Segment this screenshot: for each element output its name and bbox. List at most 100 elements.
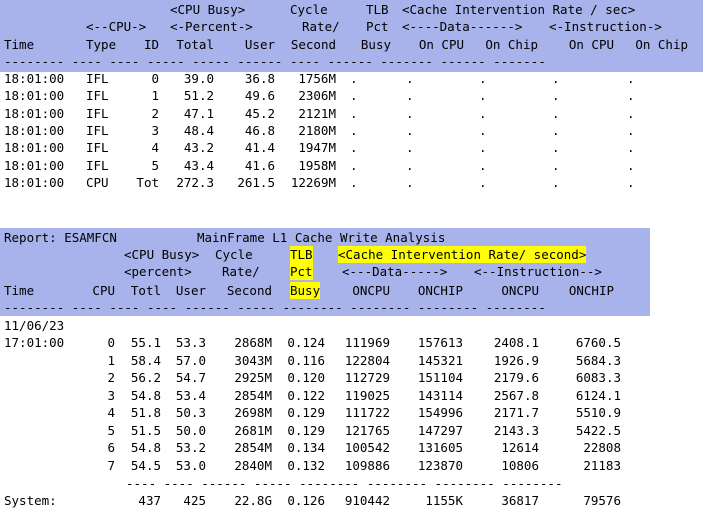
row-user: 41.6 <box>244 157 275 173</box>
col-data-oncpu-heading-2: ONCPU <box>352 283 390 298</box>
row-data-onchip: 123870 <box>417 457 463 473</box>
col-data-oncpu-heading: On CPU <box>418 37 464 52</box>
row-instr-onchip: . <box>627 157 635 173</box>
col-instr-onchip-heading: On Chip <box>635 37 688 52</box>
row-data-onchip: 151104 <box>417 370 463 385</box>
row-user: 53.0 <box>175 457 206 473</box>
row-instr-onchip: 6760.5 <box>575 335 621 350</box>
header-underline-2: -------- ---- ---- ---- ------ ----- ---… <box>4 300 546 315</box>
row-instr-onchip: 5510.9 <box>575 405 621 420</box>
row-instr-onchip: . <box>627 71 635 86</box>
row-instr-oncpu: . <box>552 122 560 138</box>
percent-group-heading: <-Percent-> <box>170 19 253 34</box>
row-data-onchip: 157613 <box>417 335 463 350</box>
row-instr-oncpu: 1926.9 <box>493 352 539 368</box>
col-data-onchip-heading: On Chip <box>485 37 538 52</box>
row-tlb-busy: 0.129 <box>287 422 325 438</box>
tlb-heading: TLB <box>366 2 389 17</box>
row-instr-oncpu: . <box>552 157 560 173</box>
row-data-oncpu: 112729 <box>344 370 390 385</box>
report-title: MainFrame L1 Cache Write Analysis <box>197 230 446 245</box>
report-date: 11/06/23 <box>4 318 65 333</box>
col-instr-oncpu-heading: On CPU <box>568 37 614 52</box>
col-busy-heading: Busy <box>360 37 391 52</box>
row-data-oncpu: 119025 <box>344 387 390 403</box>
pct-heading-2: Pct <box>290 263 313 280</box>
row-instr-oncpu: . <box>552 71 560 86</box>
system-data-onchip: 1155K <box>425 493 463 508</box>
row-user: 53.2 <box>175 440 206 455</box>
col-instr-onchip-heading-2: ONCHIP <box>568 283 614 298</box>
data-group-heading-2: <---Data-----> <box>342 264 448 279</box>
row-total: 272.3 <box>176 174 214 190</box>
row-data-oncpu: . <box>406 71 414 86</box>
row-user: 53.4 <box>175 387 206 403</box>
row-tlb-busy: 0.129 <box>287 405 325 420</box>
row-data-onchip: . <box>479 122 487 138</box>
row-cycle-rate: 1756M <box>298 71 336 86</box>
row-data-onchip: . <box>479 88 487 104</box>
col-user-heading: User <box>244 37 275 52</box>
footer-underline: ---- ---- ------ ----- -------- --------… <box>126 476 563 491</box>
row-data-onchip: 143114 <box>417 387 463 403</box>
row-instr-oncpu: 12614 <box>501 440 539 455</box>
row-time: 18:01:00 <box>4 157 65 173</box>
row-tlb-busy: . <box>350 122 358 138</box>
pct-heading: Pct <box>366 19 389 34</box>
row-user: 46.8 <box>244 122 275 138</box>
row-tlb-busy: . <box>350 140 358 156</box>
report-time: 17:01:00 <box>4 335 65 350</box>
row-user: 50.0 <box>175 422 206 438</box>
row-user: 49.6 <box>244 88 275 104</box>
row-type: IFL <box>86 105 109 121</box>
row-time: 18:01:00 <box>4 122 65 138</box>
row-type: IFL <box>86 140 109 156</box>
row-instr-oncpu: 10806 <box>501 457 539 473</box>
report-label: Report: ESAMFCN <box>4 230 117 245</box>
row-type: IFL <box>86 71 109 86</box>
row-instr-onchip: 22808 <box>583 440 621 455</box>
row-total: 47.1 <box>183 105 214 121</box>
row-data-onchip: 147297 <box>417 422 463 438</box>
cycle-heading-2: Cycle <box>215 247 253 262</box>
row-data-oncpu: 111969 <box>344 335 390 350</box>
row-instr-onchip: . <box>627 140 635 156</box>
row-instr-onchip: 6083.3 <box>575 370 621 385</box>
row-data-onchip: . <box>479 105 487 121</box>
row-instr-onchip: . <box>627 122 635 138</box>
cache-intervention-heading: <Cache Intervention Rate / sec> <box>402 2 636 17</box>
row-tlb-busy: . <box>350 88 358 104</box>
row-tlb-busy: 0.120 <box>287 370 325 385</box>
system-user: 425 <box>183 493 206 508</box>
row-data-oncpu: 111722 <box>344 405 390 420</box>
col-type-heading: Type <box>86 37 117 52</box>
row-instr-onchip: 6124.1 <box>575 387 621 403</box>
row-tlb-busy: . <box>350 71 358 86</box>
rate-heading: Rate/ <box>302 19 340 34</box>
row-cycle-rate: 2180M <box>298 122 336 138</box>
col-instr-oncpu-heading-2: ONCPU <box>501 283 539 298</box>
row-time: 18:01:00 <box>4 71 65 86</box>
cycle-heading: Cycle <box>290 2 328 17</box>
row-instr-onchip: . <box>627 174 635 190</box>
row-instr-oncpu: 2408.1 <box>493 335 539 350</box>
row-instr-oncpu: . <box>552 88 560 104</box>
tlb-heading-2: TLB <box>290 246 313 263</box>
instruction-group-heading-2: <--Instruction--> <box>474 264 602 279</box>
row-instr-oncpu: 2143.3 <box>493 422 539 438</box>
data-group-heading: <----Data------> <box>402 19 523 34</box>
system-data-oncpu: 910442 <box>344 493 390 508</box>
row-data-oncpu: . <box>406 157 414 173</box>
row-instr-onchip: . <box>627 88 635 104</box>
col-user-heading-2: User <box>175 283 206 298</box>
row-total: 48.4 <box>183 122 214 138</box>
col-data-onchip-heading-2: ONCHIP <box>417 283 463 298</box>
row-total: 39.0 <box>183 71 214 86</box>
row-data-oncpu: 121765 <box>344 422 390 438</box>
row-data-oncpu: . <box>406 88 414 104</box>
row-data-oncpu: 109886 <box>344 457 390 473</box>
row-user: 36.8 <box>244 71 275 86</box>
row-cycle-rate: 2121M <box>298 105 336 121</box>
row-data-onchip: 131605 <box>417 440 463 455</box>
row-data-oncpu: 100542 <box>344 440 390 455</box>
